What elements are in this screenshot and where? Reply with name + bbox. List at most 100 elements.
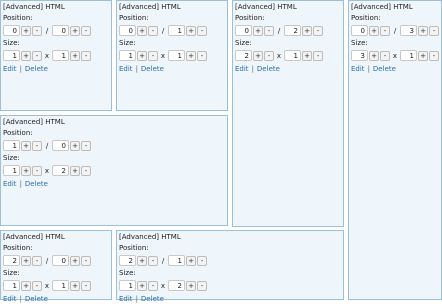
size-width-input[interactable]: 1 xyxy=(3,50,20,61)
size-width-input[interactable]: 1 xyxy=(3,165,20,176)
position-y-decrement-button[interactable]: - xyxy=(81,25,91,36)
size-width-increment-button[interactable]: + xyxy=(21,50,31,61)
delete-link[interactable]: Delete xyxy=(257,65,280,73)
size-width-increment-button[interactable]: + xyxy=(137,280,147,291)
size-width-decrement-button[interactable]: - xyxy=(380,50,390,61)
size-height-decrement-button[interactable]: - xyxy=(429,50,439,61)
size-height-decrement-button[interactable]: - xyxy=(197,280,207,291)
position-y-decrement-button[interactable]: - xyxy=(197,255,207,266)
position-x-decrement-button[interactable]: - xyxy=(148,25,158,36)
size-height-decrement-button[interactable]: - xyxy=(81,50,91,61)
position-x-increment-button[interactable]: + xyxy=(21,255,31,266)
position-x-input[interactable]: 0 xyxy=(3,25,20,36)
delete-link[interactable]: Delete xyxy=(141,65,164,73)
position-x-decrement-button[interactable]: - xyxy=(32,255,42,266)
size-width-decrement-button[interactable]: - xyxy=(32,165,42,176)
position-y-input[interactable]: 3 xyxy=(400,25,417,36)
edit-link[interactable]: Edit xyxy=(119,65,133,73)
size-height-decrement-button[interactable]: - xyxy=(197,50,207,61)
size-height-input[interactable]: 2 xyxy=(168,280,185,291)
edit-link[interactable]: Edit xyxy=(235,65,249,73)
position-x-input[interactable]: 1 xyxy=(3,140,20,151)
position-x-decrement-button[interactable]: - xyxy=(32,140,42,151)
delete-link[interactable]: Delete xyxy=(25,180,48,188)
size-height-increment-button[interactable]: + xyxy=(186,50,196,61)
position-y-increment-button[interactable]: + xyxy=(70,25,80,36)
edit-link[interactable]: Edit xyxy=(3,65,17,73)
position-x-increment-button[interactable]: + xyxy=(137,25,147,36)
size-height-input[interactable]: 1 xyxy=(168,50,185,61)
position-x-increment-button[interactable]: + xyxy=(369,25,379,36)
position-y-input[interactable]: 1 xyxy=(168,255,185,266)
size-width-input[interactable]: 3 xyxy=(351,50,368,61)
size-height-increment-button[interactable]: + xyxy=(302,50,312,61)
position-y-decrement-button[interactable]: - xyxy=(197,25,207,36)
size-width-decrement-button[interactable]: - xyxy=(148,50,158,61)
size-width-increment-button[interactable]: + xyxy=(21,280,31,291)
position-y-input[interactable]: 1 xyxy=(168,25,185,36)
position-x-increment-button[interactable]: + xyxy=(21,140,31,151)
position-y-increment-button[interactable]: + xyxy=(186,255,196,266)
size-width-decrement-button[interactable]: - xyxy=(32,280,42,291)
edit-link[interactable]: Edit xyxy=(3,295,17,303)
position-x-decrement-button[interactable]: - xyxy=(264,25,274,36)
position-label: Position: xyxy=(235,14,265,22)
position-x-input[interactable]: 0 xyxy=(119,25,136,36)
size-height-increment-button[interactable]: + xyxy=(70,280,80,291)
position-x-increment-button[interactable]: + xyxy=(253,25,263,36)
size-height-increment-button[interactable]: + xyxy=(70,50,80,61)
edit-link[interactable]: Edit xyxy=(119,295,133,303)
position-x-increment-button[interactable]: + xyxy=(21,25,31,36)
position-y-input[interactable]: 2 xyxy=(284,25,301,36)
size-width-increment-button[interactable]: + xyxy=(21,165,31,176)
size-height-input[interactable]: 2 xyxy=(52,165,69,176)
position-x-input[interactable]: 0 xyxy=(351,25,368,36)
size-height-input[interactable]: 1 xyxy=(52,50,69,61)
position-x-decrement-button[interactable]: - xyxy=(148,255,158,266)
position-x-input[interactable]: 2 xyxy=(3,255,20,266)
size-height-increment-button[interactable]: + xyxy=(70,165,80,176)
position-y-decrement-button[interactable]: - xyxy=(81,255,91,266)
size-width-input[interactable]: 1 xyxy=(119,50,136,61)
delete-link[interactable]: Delete xyxy=(141,295,164,303)
size-width-input[interactable]: 2 xyxy=(235,50,252,61)
position-y-increment-button[interactable]: + xyxy=(418,25,428,36)
size-width-input[interactable]: 1 xyxy=(3,280,20,291)
size-width-decrement-button[interactable]: - xyxy=(264,50,274,61)
position-y-increment-button[interactable]: + xyxy=(302,25,312,36)
position-y-input[interactable]: 0 xyxy=(52,25,69,36)
size-height-input[interactable]: 1 xyxy=(52,280,69,291)
position-y-increment-button[interactable]: + xyxy=(70,255,80,266)
position-x-decrement-button[interactable]: - xyxy=(380,25,390,36)
size-width-decrement-button[interactable]: - xyxy=(148,280,158,291)
position-y-input[interactable]: 0 xyxy=(52,140,69,151)
size-height-input[interactable]: 1 xyxy=(400,50,417,61)
size-height-decrement-button[interactable]: - xyxy=(81,280,91,291)
size-height-increment-button[interactable]: + xyxy=(418,50,428,61)
position-x-input[interactable]: 0 xyxy=(235,25,252,36)
position-y-decrement-button[interactable]: - xyxy=(313,25,323,36)
position-x-increment-button[interactable]: + xyxy=(137,255,147,266)
size-width-increment-button[interactable]: + xyxy=(369,50,379,61)
delete-link[interactable]: Delete xyxy=(25,65,48,73)
size-width-increment-button[interactable]: + xyxy=(253,50,263,61)
position-y-increment-button[interactable]: + xyxy=(186,25,196,36)
position-x-input[interactable]: 2 xyxy=(119,255,136,266)
size-width-increment-button[interactable]: + xyxy=(137,50,147,61)
position-y-increment-button[interactable]: + xyxy=(70,140,80,151)
edit-link[interactable]: Edit xyxy=(3,180,17,188)
size-height-increment-button[interactable]: + xyxy=(186,280,196,291)
edit-link[interactable]: Edit xyxy=(351,65,365,73)
position-y-input[interactable]: 0 xyxy=(52,255,69,266)
size-width-input[interactable]: 1 xyxy=(119,280,136,291)
size-height-input[interactable]: 1 xyxy=(284,50,301,61)
delete-link[interactable]: Delete xyxy=(25,295,48,303)
position-row: 0 + -/0 + - xyxy=(3,24,109,37)
size-height-decrement-button[interactable]: - xyxy=(81,165,91,176)
size-width-decrement-button[interactable]: - xyxy=(32,50,42,61)
delete-link[interactable]: Delete xyxy=(373,65,396,73)
position-y-decrement-button[interactable]: - xyxy=(429,25,439,36)
size-height-decrement-button[interactable]: - xyxy=(313,50,323,61)
position-y-decrement-button[interactable]: - xyxy=(81,140,91,151)
position-x-decrement-button[interactable]: - xyxy=(32,25,42,36)
